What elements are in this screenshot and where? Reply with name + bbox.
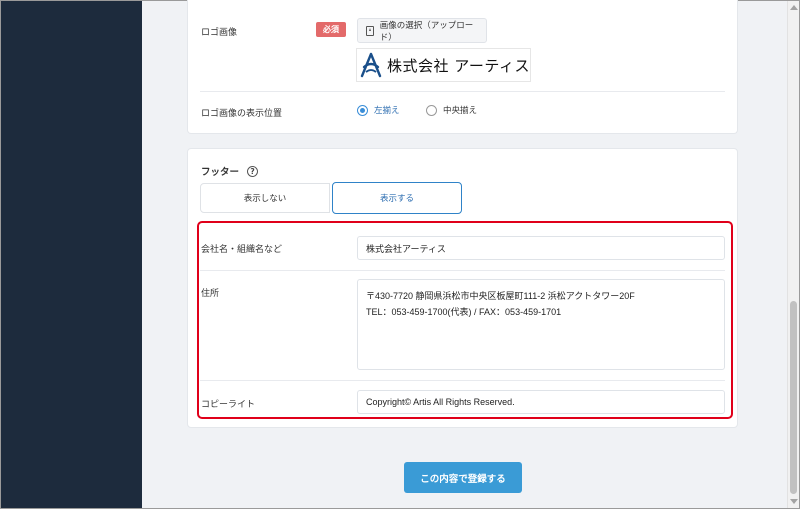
address-textarea[interactable]: 〒430-7720 静岡県浜松市中央区板屋町111-2 浜松アクトタワー20F … <box>357 279 725 370</box>
radio-unchecked-icon <box>426 104 437 116</box>
upload-button-label: 画像の選択（アップロード） <box>379 20 474 43</box>
sidebar <box>1 1 142 508</box>
address-line-1: 〒430-7720 静岡県浜松市中央区板屋町111-2 浜松アクトタワー20F <box>366 291 635 301</box>
radio-left-align-label: 左揃え <box>374 106 400 116</box>
logo-preview: 株式会社 アーティス <box>356 48 531 82</box>
radio-center-align[interactable]: 中央揃え <box>426 104 477 116</box>
upload-icon <box>366 25 374 36</box>
divider <box>200 91 725 92</box>
footer-title-text: フッター <box>201 167 240 178</box>
logo-label: ロゴ画像 <box>201 28 238 38</box>
radio-center-align-label: 中央揃え <box>443 106 478 116</box>
scroll-down-arrow-icon[interactable] <box>790 499 798 504</box>
scroll-thumb[interactable] <box>790 301 797 494</box>
footer-section-title: フッター ? <box>201 164 259 178</box>
copyright-label: コピーライト <box>201 400 256 410</box>
help-icon[interactable]: ? <box>247 165 259 177</box>
radio-checked-icon <box>357 104 368 116</box>
upload-image-button[interactable]: 画像の選択（アップロード） <box>357 18 487 43</box>
toggle-hide-footer[interactable]: 表示しない <box>200 183 330 213</box>
vertical-scrollbar[interactable] <box>787 1 799 508</box>
address-line-2: TEL：053-459-1700(代表) / FAX：053-459-1701 <box>366 307 562 317</box>
address-label: 住所 <box>201 289 220 299</box>
copyright-input[interactable]: Copyright© Artis All Rights Reserved. <box>357 390 725 414</box>
toggle-show-footer[interactable]: 表示する <box>332 182 462 214</box>
required-badge: 必須 <box>316 22 346 37</box>
radio-left-align[interactable]: 左揃え <box>357 104 400 116</box>
scroll-up-arrow-icon[interactable] <box>790 5 798 10</box>
company-logo-icon <box>360 52 382 78</box>
logo-preview-text: 株式会社 アーティス <box>387 56 530 75</box>
submit-button[interactable]: この内容で登録する <box>404 462 522 493</box>
logo-position-label: ロゴ画像の表示位置 <box>201 109 283 119</box>
company-name-input[interactable]: 株式会社アーティス <box>357 236 725 260</box>
divider <box>200 270 725 271</box>
company-name-label: 会社名・組織名など <box>201 245 283 255</box>
divider <box>200 380 725 381</box>
